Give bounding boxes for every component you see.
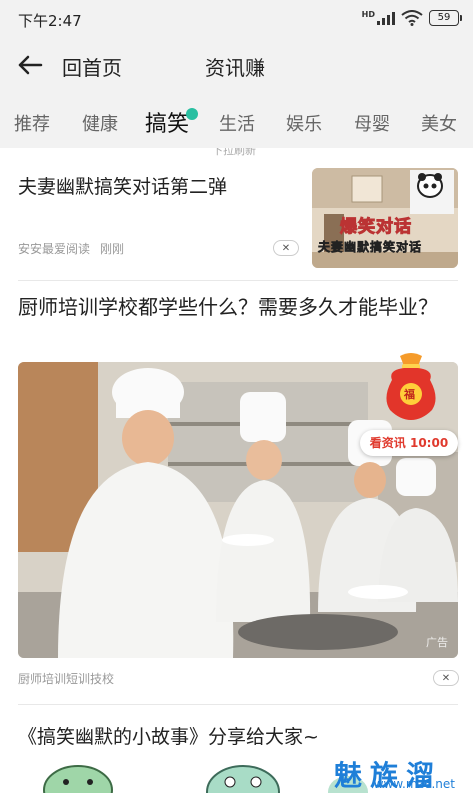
battery-level: 59 [437, 12, 451, 23]
pull-refresh-hint: 下拉刷新 [0, 148, 473, 158]
tab-funny[interactable]: 搞笑 [145, 106, 189, 138]
signal-icon [377, 11, 395, 25]
status-time: 下午2:47 [18, 12, 82, 30]
app-header: 回首页 资讯赚 [0, 38, 473, 92]
reward-widget[interactable]: 福 看资讯 10:00 [360, 350, 460, 460]
article-source: 安安最爱阅读 [18, 242, 91, 256]
dismiss-button[interactable]: ✕ [273, 240, 299, 256]
article-meta: 安安最爱阅读 刚刚 [18, 240, 124, 257]
tab-health[interactable]: 健康 [82, 110, 118, 136]
network-badge: HD [361, 10, 375, 19]
back-button[interactable] [14, 50, 46, 80]
bag-character: 福 [404, 388, 415, 401]
divider [18, 280, 458, 281]
tab-beauty[interactable]: 美女 [421, 110, 457, 136]
category-tabs: 推荐 健康 搞笑 生活 娱乐 母婴 美女 [0, 92, 473, 148]
article-thumbnail[interactable]: 爆笑对话 夫妻幽默搞笑对话 [312, 168, 458, 268]
battery-icon: 59 [429, 10, 462, 26]
arrow-left-icon [18, 55, 43, 75]
tab-recommend[interactable]: 推荐 [14, 110, 50, 136]
close-icon: ✕ [281, 242, 291, 254]
ad-source: 厨师培训短训技校 [18, 672, 115, 686]
article-title[interactable]: 夫妻幽默搞笑对话第二弹 [18, 172, 298, 199]
tab-baby[interactable]: 母婴 [354, 110, 390, 136]
reward-timer[interactable]: 看资讯 10:00 [360, 430, 458, 456]
divider [18, 704, 458, 705]
back-home-link[interactable]: 回首页 [62, 52, 122, 81]
wifi-icon [401, 10, 423, 26]
article-time: 刚刚 [100, 242, 125, 256]
pull-refresh-text: 下拉刷新 [212, 148, 256, 157]
watermark-url: www.mz6.net [373, 777, 455, 791]
dismiss-button[interactable]: ✕ [433, 670, 459, 686]
page-title: 资讯赚 [205, 56, 265, 80]
thumbnail-caption-top: 爆笑对话 [340, 217, 412, 238]
tab-entertainment[interactable]: 娱乐 [286, 110, 322, 136]
ad-label: 广告 [426, 636, 448, 649]
article-title[interactable]: 《搞笑幽默的小故事》分享给大家~ [18, 722, 319, 749]
close-icon: ✕ [441, 672, 451, 684]
status-icons: HD 59 [361, 10, 462, 26]
thumbnail-caption-bottom: 夫妻幽默搞笑对话 [318, 240, 423, 255]
ad-title[interactable]: 厨师培训学校都学些什么？需要多久才能毕业？ [18, 292, 458, 322]
tab-new-dot [186, 108, 198, 120]
status-bar: 下午2:47 HD 59 [0, 0, 473, 38]
tab-life[interactable]: 生活 [219, 110, 255, 136]
lucky-bag-icon [386, 353, 436, 420]
